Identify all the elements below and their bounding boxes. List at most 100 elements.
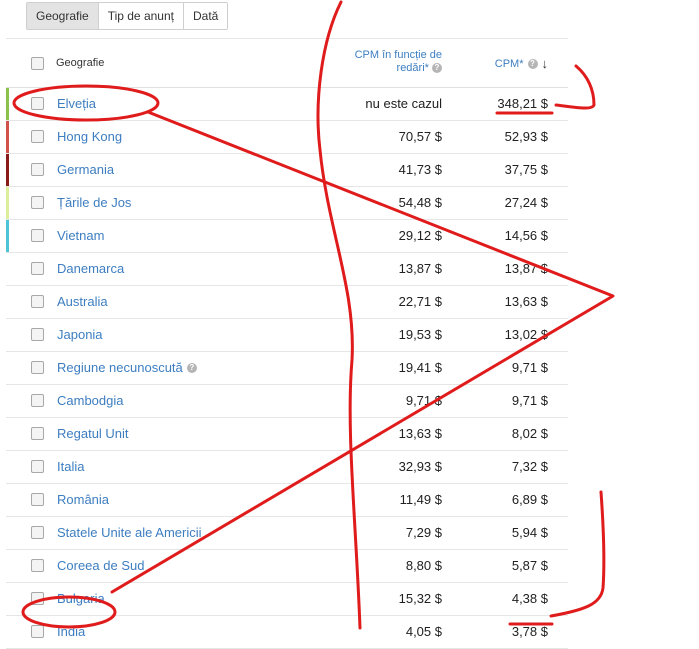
table-row[interactable]: Germania 41,73 $ 37,75 $ bbox=[6, 154, 568, 187]
row-geography-link[interactable]: Australia bbox=[57, 294, 108, 309]
row-geography-label: Statele Unite ale Americii bbox=[57, 525, 202, 540]
row-geography-label: Bulgaria bbox=[57, 591, 105, 606]
row-cpm-render: 32,93 $ bbox=[398, 459, 442, 474]
row-cpm-render: 70,57 $ bbox=[398, 129, 442, 144]
header-geography[interactable]: Geografie bbox=[56, 57, 104, 69]
row-checkbox[interactable] bbox=[31, 559, 44, 572]
row-geography-link[interactable]: India bbox=[57, 624, 85, 639]
row-geography-link[interactable]: Danemarca bbox=[57, 261, 124, 276]
row-cpm-render: 7,29 $ bbox=[405, 525, 442, 540]
row-geography-label: Japonia bbox=[57, 327, 103, 342]
report-tabs: Geografie Tip de anunț Dată bbox=[26, 2, 229, 30]
geography-table: Geografie CPM în funcție de redări* ? CP… bbox=[6, 38, 568, 649]
row-cpm-render: 29,12 $ bbox=[398, 228, 442, 243]
header-cpm[interactable]: CPM* ? ↓ bbox=[495, 56, 548, 71]
row-checkbox[interactable] bbox=[31, 262, 44, 275]
table-row[interactable]: Hong Kong 70,57 $ 52,93 $ bbox=[6, 121, 568, 154]
table-row[interactable]: Coreea de Sud 8,80 $ 5,87 $ bbox=[6, 550, 568, 583]
row-geography-link[interactable]: Regiune necunoscută? bbox=[57, 360, 197, 375]
help-icon[interactable]: ? bbox=[527, 58, 538, 69]
row-geography-label: Danemarca bbox=[57, 261, 125, 276]
row-geography-label: Vietnam bbox=[57, 228, 105, 243]
table-row[interactable]: Elveția nu este cazul 348,21 $ bbox=[6, 88, 568, 121]
row-checkbox[interactable] bbox=[31, 229, 44, 242]
row-geography-link[interactable]: Cambodgia bbox=[57, 393, 124, 408]
table-row[interactable]: Cambodgia 9,71 $ 9,71 $ bbox=[6, 385, 568, 418]
row-geography-label: România bbox=[57, 492, 110, 507]
sort-desc-icon[interactable]: ↓ bbox=[542, 56, 549, 71]
row-checkbox[interactable] bbox=[31, 361, 44, 374]
row-geography-label: Regatul Unit bbox=[57, 426, 129, 441]
table-row[interactable]: Australia 22,71 $ 13,63 $ bbox=[6, 286, 568, 319]
header-cpm-render[interactable]: CPM în funcție de redări* ? bbox=[332, 49, 442, 75]
table-row[interactable]: Bulgaria 15,32 $ 4,38 $ bbox=[6, 583, 568, 616]
table-row[interactable]: India 4,05 $ 3,78 $ bbox=[6, 616, 568, 649]
row-checkbox[interactable] bbox=[31, 394, 44, 407]
table-row[interactable]: Statele Unite ale Americii 7,29 $ 5,94 $ bbox=[6, 517, 568, 550]
tab-date[interactable]: Dată bbox=[183, 3, 228, 29]
row-geography-link[interactable]: Regatul Unit bbox=[57, 426, 129, 441]
row-checkbox[interactable] bbox=[31, 163, 44, 176]
row-checkbox[interactable] bbox=[31, 625, 44, 638]
row-cpm-render: 19,53 $ bbox=[398, 327, 442, 342]
row-checkbox[interactable] bbox=[31, 295, 44, 308]
row-cpm: 348,21 $ bbox=[497, 96, 548, 111]
row-cpm: 13,87 $ bbox=[504, 261, 548, 276]
tab-geography[interactable]: Geografie bbox=[27, 3, 99, 29]
row-checkbox[interactable] bbox=[31, 328, 44, 341]
table-row[interactable]: Danemarca 13,87 $ 13,87 $ bbox=[6, 253, 568, 286]
row-geography-link[interactable]: Statele Unite ale Americii bbox=[57, 525, 202, 540]
row-checkbox[interactable] bbox=[31, 592, 44, 605]
row-geography-link[interactable]: Bulgaria bbox=[57, 591, 105, 606]
row-cpm: 14,56 $ bbox=[504, 228, 548, 243]
row-cpm: 52,93 $ bbox=[504, 129, 548, 144]
row-geography-link[interactable]: Hong Kong bbox=[57, 129, 122, 144]
table-header: Geografie CPM în funcție de redări* ? CP… bbox=[6, 38, 568, 88]
row-geography-link[interactable]: Coreea de Sud bbox=[57, 558, 144, 573]
header-cpm-render-label: CPM în funcție de redări* bbox=[354, 49, 442, 74]
row-geography-link[interactable]: Vietnam bbox=[57, 228, 104, 243]
row-geography-label: Regiune necunoscută bbox=[57, 360, 183, 375]
row-geography-label: Australia bbox=[57, 294, 108, 309]
row-geography-link[interactable]: Italia bbox=[57, 459, 84, 474]
row-checkbox[interactable] bbox=[31, 460, 44, 473]
row-checkbox[interactable] bbox=[31, 196, 44, 209]
row-geography-link[interactable]: Țările de Jos bbox=[57, 195, 131, 210]
row-geography-label: Cambodgia bbox=[57, 393, 124, 408]
row-checkbox[interactable] bbox=[31, 97, 44, 110]
row-geography-link[interactable]: Japonia bbox=[57, 327, 103, 342]
row-cpm: 13,63 $ bbox=[504, 294, 548, 309]
row-geography-link[interactable]: România bbox=[57, 492, 109, 507]
row-cpm: 9,71 $ bbox=[511, 393, 548, 408]
row-geography-label: Elveția bbox=[57, 96, 97, 111]
table-row[interactable]: Italia 32,93 $ 7,32 $ bbox=[6, 451, 568, 484]
row-checkbox[interactable] bbox=[31, 427, 44, 440]
table-row[interactable]: Regatul Unit 13,63 $ 8,02 $ bbox=[6, 418, 568, 451]
row-geography-label: India bbox=[57, 624, 86, 639]
row-checkbox[interactable] bbox=[31, 493, 44, 506]
table-row[interactable]: Japonia 19,53 $ 13,02 $ bbox=[6, 319, 568, 352]
row-cpm: 5,87 $ bbox=[511, 558, 548, 573]
row-cpm-render: 8,80 $ bbox=[405, 558, 442, 573]
row-checkbox[interactable] bbox=[31, 526, 44, 539]
table-row[interactable]: Țările de Jos 54,48 $ 27,24 $ bbox=[6, 187, 568, 220]
row-cpm-render: 9,71 $ bbox=[405, 393, 442, 408]
help-icon[interactable]: ? bbox=[432, 63, 442, 74]
row-cpm: 9,71 $ bbox=[511, 360, 548, 375]
table-row[interactable]: România 11,49 $ 6,89 $ bbox=[6, 484, 568, 517]
table-row[interactable]: Regiune necunoscută? 19,41 $ 9,71 $ bbox=[6, 352, 568, 385]
row-cpm: 13,02 $ bbox=[504, 327, 548, 342]
header-cpm-label: CPM* bbox=[494, 57, 524, 70]
row-color-indicator bbox=[6, 187, 9, 219]
select-all-checkbox[interactable] bbox=[31, 57, 44, 70]
row-cpm: 27,24 $ bbox=[504, 195, 548, 210]
tab-ad-type[interactable]: Tip de anunț bbox=[98, 3, 184, 29]
row-cpm: 37,75 $ bbox=[504, 162, 548, 177]
table-row[interactable]: Vietnam 29,12 $ 14,56 $ bbox=[6, 220, 568, 253]
help-icon[interactable]: ? bbox=[186, 362, 197, 373]
row-geography-link[interactable]: Germania bbox=[57, 162, 114, 177]
row-checkbox[interactable] bbox=[31, 130, 44, 143]
row-geography-link[interactable]: Elveția bbox=[57, 96, 96, 111]
row-cpm: 8,02 $ bbox=[511, 426, 548, 441]
row-cpm-render: 19,41 $ bbox=[398, 360, 442, 375]
